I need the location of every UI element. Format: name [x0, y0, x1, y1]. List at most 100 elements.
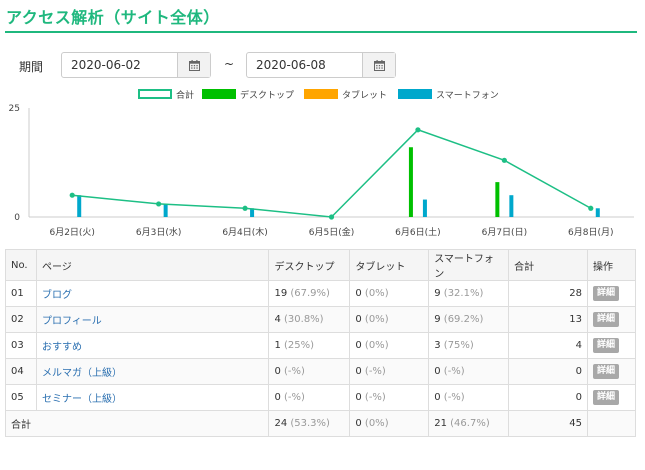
legend-swatch-desktop[interactable]: [202, 89, 236, 99]
action-cell: 詳細: [587, 280, 636, 307]
legend-swatch-smartphone[interactable]: [398, 89, 432, 99]
desktop-count: 24: [274, 418, 288, 429]
start-date-field[interactable]: 2020-06-02: [61, 52, 211, 78]
x-tick-label: 6月5日(金): [309, 226, 354, 238]
row-number: 03: [5, 332, 37, 359]
tablet-count: 0: [355, 288, 362, 299]
desktop-percent: (53.3%): [290, 418, 330, 429]
tablet-percent: (0%): [364, 288, 389, 299]
row-number: 04: [5, 358, 37, 385]
page-link[interactable]: ブログ: [42, 290, 72, 301]
action-cell: 詳細: [587, 358, 636, 385]
desktop-percent: (-%): [284, 366, 305, 377]
start-date-value[interactable]: 2020-06-02: [62, 53, 177, 77]
tablet-percent: (-%): [364, 366, 386, 377]
detail-button[interactable]: 詳細: [593, 338, 620, 353]
smartphone-percent: (46.7%): [450, 418, 490, 429]
tablet-percent: (0%): [364, 418, 389, 429]
smartphone-cell: 9 (32.1%): [428, 280, 510, 307]
desktop-cell: 1 (25%): [268, 332, 351, 359]
total-point: [415, 127, 421, 133]
chart-bar: [495, 182, 500, 217]
smartphone-cell: 0 (-%): [428, 358, 510, 385]
column-header-desktop: デスクトップ: [268, 249, 351, 281]
total-cell: 28: [508, 280, 588, 307]
row-number: 01: [5, 280, 37, 307]
table-header-row: No. ページ デスクトップ タブレット スマートフォン 合計 操作: [5, 249, 636, 281]
chart-bar: [595, 208, 600, 217]
page-cell: おすすめ: [35, 332, 270, 359]
end-date-field[interactable]: 2020-06-08: [246, 52, 396, 78]
total-cell: 13: [508, 306, 588, 333]
detail-button[interactable]: 詳細: [593, 364, 620, 379]
tablet-cell: 0 (0%): [349, 280, 430, 307]
action-cell: 詳細: [587, 306, 636, 333]
desktop-cell: 19 (67.9%): [268, 280, 351, 307]
action-cell: [587, 410, 636, 437]
chart-bar: [509, 195, 514, 217]
tablet-cell: 0 (0%): [349, 306, 430, 333]
total-point: [588, 205, 594, 211]
chart-bar: [408, 147, 413, 217]
x-tick-label: 6月3日(水): [136, 226, 181, 238]
table-row: 02 プロフィール 4 (30.8%) 0 (0%) 9 (69.2%) 13 …: [5, 306, 636, 333]
table-total-row: 合計 24 (53.3%) 0 (0%) 21 (46.7%) 45: [4, 410, 636, 437]
total-label: 合計: [4, 410, 270, 437]
smartphone-percent: (-%): [443, 366, 465, 377]
smartphone-count: 3: [434, 340, 441, 351]
calendar-icon[interactable]: [362, 53, 395, 77]
column-header-total: 合計: [508, 249, 588, 281]
tablet-cell: 0 (0%): [349, 332, 430, 359]
detail-button[interactable]: 詳細: [593, 312, 620, 327]
total-point: [501, 157, 507, 163]
smartphone-percent: (32.1%): [443, 288, 484, 299]
column-header-page: ページ: [35, 249, 270, 281]
smartphone-count: 0: [434, 392, 441, 403]
column-header-tablet: タブレット: [349, 249, 430, 281]
tablet-count: 0: [355, 314, 362, 325]
page-cell: ブログ: [35, 280, 270, 307]
tablet-count: 0: [355, 392, 362, 403]
chart-bar: [163, 203, 168, 217]
legend-swatch-total[interactable]: [138, 89, 172, 99]
x-tick-label: 6月4日(木): [222, 226, 267, 238]
tablet-cell: 0 (-%): [349, 384, 430, 411]
smartphone-count: 9: [434, 288, 441, 299]
x-tick-label: 6月2日(火): [49, 227, 94, 238]
total-point: [69, 192, 75, 198]
chart-bar: [422, 199, 427, 217]
smartphone-percent: (75%): [443, 340, 474, 351]
total-cell: 0: [508, 358, 588, 385]
smartphone-cell: 3 (75%): [428, 332, 510, 359]
page-cell: プロフィール: [35, 306, 270, 333]
action-cell: 詳細: [587, 384, 636, 411]
detail-button[interactable]: 詳細: [593, 390, 620, 405]
page-cell: メルマガ（上級）: [35, 358, 270, 385]
page-link[interactable]: おすすめ: [42, 342, 82, 353]
calendar-icon[interactable]: [177, 53, 210, 77]
y-tick-label: 25: [9, 104, 20, 114]
smartphone-count: 0: [434, 366, 441, 377]
x-tick-label: 6月7日(日): [482, 227, 527, 238]
smartphone-percent: (69.2%): [443, 314, 484, 325]
page-link[interactable]: プロフィール: [42, 316, 102, 327]
detail-button[interactable]: 詳細: [593, 286, 620, 301]
table-row: 04 メルマガ（上級） 0 (-%) 0 (-%) 0 (-%) 0 詳細: [5, 358, 636, 385]
action-cell: 詳細: [587, 332, 636, 359]
page-link[interactable]: セミナー（上級）: [42, 394, 122, 405]
desktop-count: 1: [274, 340, 281, 351]
desktop-cell: 0 (-%): [268, 358, 351, 385]
tablet-count: 0: [355, 340, 362, 351]
end-date-value[interactable]: 2020-06-08: [247, 53, 362, 77]
total-cell: 0: [508, 384, 588, 411]
table-row: 03 おすすめ 1 (25%) 0 (0%) 3 (75%) 4 詳細: [5, 332, 636, 359]
tablet-count: 0: [355, 418, 362, 429]
tablet-cell: 0 (0%): [349, 410, 430, 437]
legend-swatch-tablet[interactable]: [304, 89, 338, 99]
total-point: [242, 205, 248, 211]
page-cell: セミナー（上級）: [35, 384, 270, 411]
desktop-cell: 24 (53.3%): [268, 410, 351, 437]
page-title: アクセス解析（サイト全体）: [6, 8, 220, 27]
table-row: 01 ブログ 19 (67.9%) 0 (0%) 9 (32.1%) 28 詳細: [5, 280, 636, 307]
page-link[interactable]: メルマガ（上級）: [42, 368, 122, 379]
